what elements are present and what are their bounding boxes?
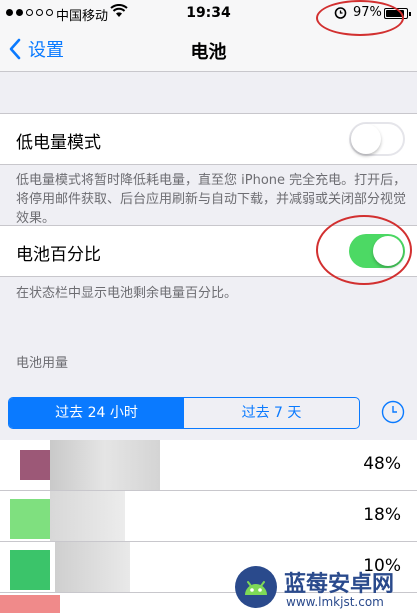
- battery-percentage-cell: 电池百分比: [0, 225, 417, 277]
- usage-percent: 48%: [363, 454, 401, 474]
- tab-last-24-hours[interactable]: 过去 24 小时: [9, 398, 184, 428]
- battery-percent: 97%: [353, 5, 382, 20]
- list-item[interactable]: 48%: [0, 440, 417, 491]
- low-power-mode-label: 低电量模式: [16, 133, 101, 153]
- app-icon: [10, 499, 50, 539]
- blurred-app-name: [50, 491, 125, 541]
- app-icon: [10, 550, 50, 590]
- battery-usage-header: 电池用量: [16, 356, 69, 371]
- watermark-url: www.lmkjst.com: [286, 595, 384, 609]
- battery-percentage-footnote: 在状态栏中显示电池剩余电量百分比。: [16, 286, 238, 301]
- blurred-app-name: [55, 542, 130, 592]
- watermark-name: 蓝莓安卓网: [284, 572, 395, 597]
- navigation-bar: 设置 电池: [0, 28, 417, 72]
- status-bar: 中国移动 19:34 97%: [0, 0, 417, 28]
- page-title: 电池: [190, 42, 227, 63]
- usage-percent: 18%: [363, 505, 401, 525]
- battery-percentage-label: 电池百分比: [16, 245, 101, 265]
- clock-icon[interactable]: [381, 400, 405, 424]
- tab-last-7-days[interactable]: 过去 7 天: [184, 398, 359, 428]
- app-icon: [0, 595, 60, 613]
- app-icon: [20, 450, 50, 480]
- battery-percentage-switch[interactable]: [349, 234, 405, 268]
- battery-icon: [384, 8, 411, 19]
- watermark: 蓝莓安卓网 www.lmkjst.com: [232, 563, 417, 613]
- android-robot-icon: [235, 566, 277, 608]
- alarm-clock-icon: [334, 7, 347, 19]
- blurred-app-name: [50, 440, 160, 490]
- low-power-mode-cell: 低电量模式: [0, 113, 417, 165]
- low-power-mode-footnote: 低电量模式将暂时降低耗电量，直至您 iPhone 完全充电。打开后，将停用邮件获…: [16, 173, 407, 226]
- list-item[interactable]: 18%: [0, 491, 417, 542]
- low-power-mode-switch[interactable]: [349, 122, 405, 156]
- usage-period-segmented-control: 过去 24 小时 过去 7 天: [8, 397, 360, 429]
